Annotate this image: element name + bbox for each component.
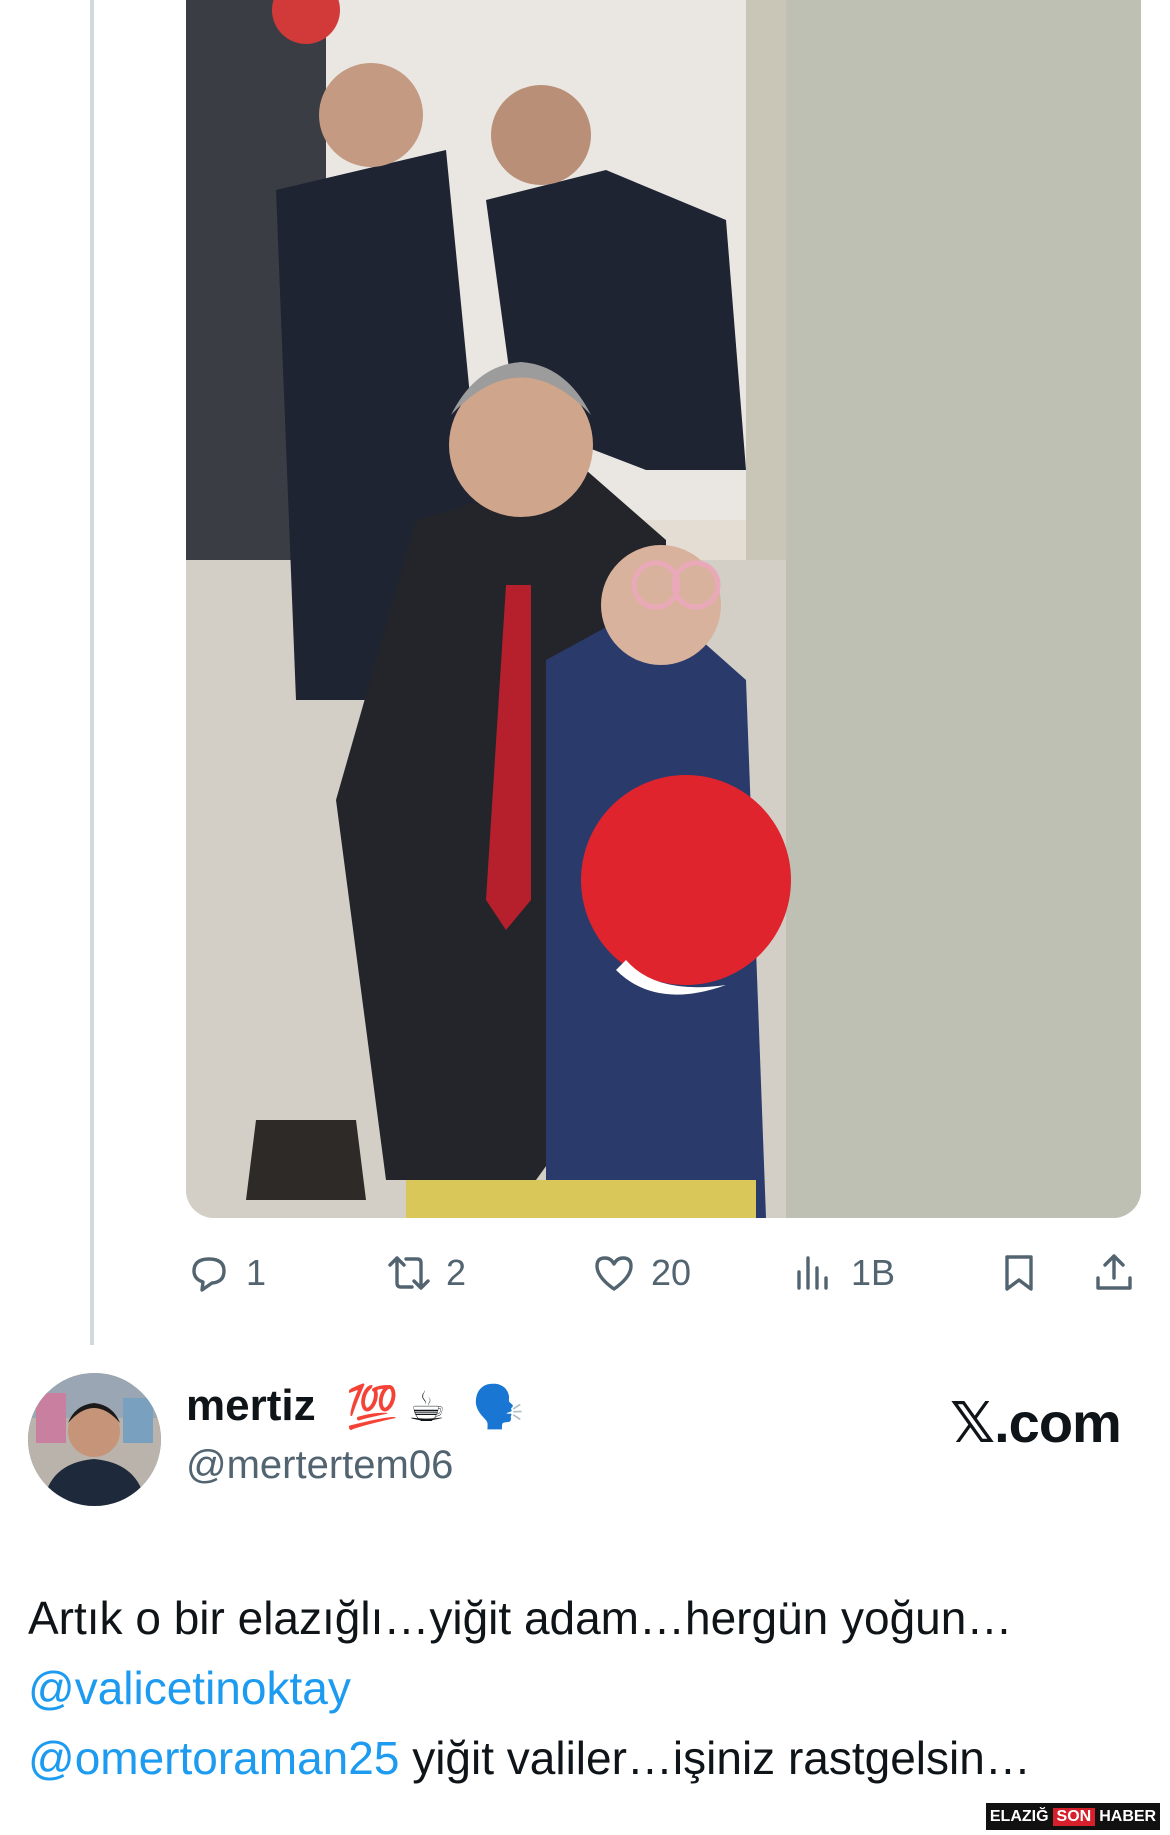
like-count: 20	[651, 1252, 692, 1293]
avatar[interactable]	[28, 1373, 161, 1506]
avatar-image	[28, 1373, 161, 1506]
heart-icon	[595, 1256, 633, 1291]
views-chart-icon	[797, 1256, 828, 1290]
bookmark-button[interactable]	[996, 1243, 1042, 1303]
mention-omertoraman25[interactable]: @omertoraman25	[28, 1732, 399, 1784]
share-icon	[1096, 1254, 1132, 1290]
hundred-points-emoji-icon: 💯	[346, 1383, 399, 1430]
views-button[interactable]: 1B	[791, 1243, 895, 1303]
news-watermark: ELAZIĞ SON HABER	[986, 1803, 1160, 1830]
repost-count: 2	[446, 1252, 467, 1293]
share-button[interactable]	[1091, 1243, 1137, 1303]
author-display-name[interactable]: mertiz	[186, 1381, 316, 1431]
thread-connector-line	[90, 0, 94, 1345]
mention-valicetinoktay[interactable]: @valicetinoktay	[28, 1662, 351, 1714]
reply-button[interactable]: 1	[186, 1243, 266, 1303]
watermark-text-right: HABER	[1099, 1807, 1157, 1825]
author-handle[interactable]: @mertertem06	[186, 1443, 453, 1488]
repost-button[interactable]: 2	[386, 1243, 466, 1303]
reply-count: 1	[246, 1252, 267, 1293]
tweet-body: Artık o bir elazığlı…yiğit adam…hergün y…	[28, 1583, 1148, 1793]
repost-icon	[388, 1256, 430, 1290]
quoted-author-row: mertiz 💯 ☕ 🗣️ @mertertem06 𝕏.com	[28, 1373, 1148, 1513]
watermark-text-mid: SON	[1052, 1807, 1096, 1826]
watermark-text-left: ELAZIĞ	[989, 1807, 1049, 1825]
bookmark-icon	[1005, 1255, 1033, 1291]
tweet-line-1: Artık o bir elazığlı…yiğit adam…hergün y…	[28, 1592, 1013, 1644]
post-action-bar: 1 2 20 1B	[186, 1243, 1141, 1303]
reply-icon	[192, 1257, 226, 1292]
speaking-head-emoji-icon: 🗣️	[472, 1383, 525, 1430]
post-photo[interactable]	[186, 0, 1141, 1218]
tweet-line-3-text: yiğit valiler…işiniz rastgelsin…	[399, 1732, 1031, 1784]
photo-illustration	[186, 0, 1141, 1218]
coffee-emoji-icon: ☕	[408, 1383, 446, 1430]
views-count: 1B	[851, 1252, 896, 1293]
x-com-logo: 𝕏.com	[950, 1391, 1122, 1454]
like-button[interactable]: 20	[591, 1243, 691, 1303]
